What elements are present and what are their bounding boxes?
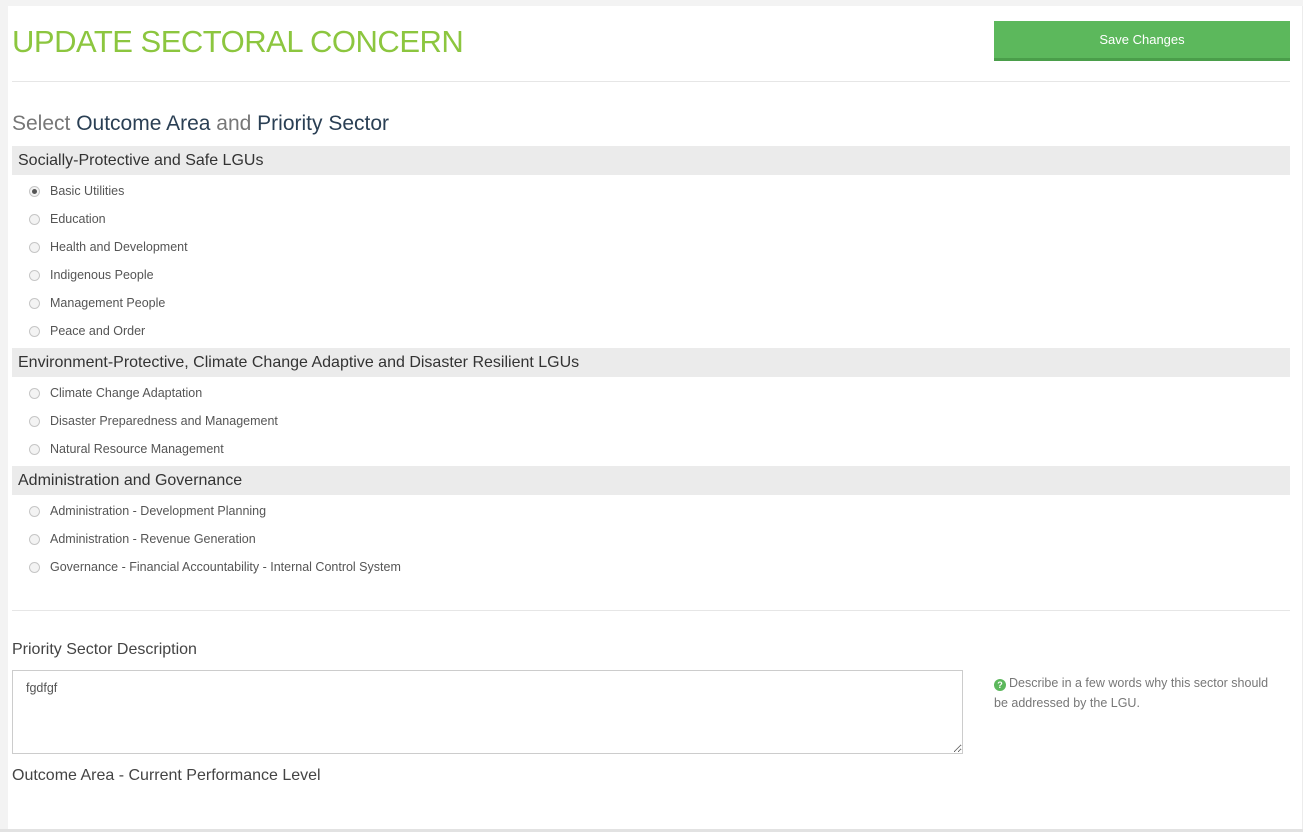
- priority-sector-option-label: Climate Change Adaptation: [50, 386, 203, 400]
- priority-sector-option[interactable]: Governance - Financial Accountability - …: [12, 553, 1290, 581]
- radio-button[interactable]: [29, 185, 40, 197]
- priority-sector-option[interactable]: Administration - Development Planning: [12, 497, 1290, 525]
- priority-sector-option[interactable]: Peace and Order: [12, 317, 1290, 345]
- radio-button[interactable]: [29, 415, 40, 427]
- priority-sector-description-textarea[interactable]: [12, 670, 963, 754]
- priority-sector-option-label: Administration - Revenue Generation: [50, 532, 256, 546]
- save-changes-button[interactable]: Save Changes: [994, 21, 1290, 61]
- section-heading-outcome-area: Outcome Area: [76, 112, 211, 135]
- radio-button[interactable]: [29, 269, 40, 281]
- section-divider: [12, 610, 1290, 611]
- priority-sector-option-label: Health and Development: [50, 240, 188, 254]
- priority-sector-option[interactable]: Education: [12, 205, 1290, 233]
- page: UPDATE SECTORAL CONCERN Save Changes Sel…: [0, 0, 1303, 832]
- priority-sector-options: Administration - Development Planning Adm…: [12, 495, 1290, 584]
- left-edge: [0, 0, 8, 832]
- outcome-area-header: Environment-Protective, Climate Change A…: [12, 348, 1290, 377]
- priority-sector-option-label: Natural Resource Management: [50, 442, 224, 456]
- page-title: UPDATE SECTORAL CONCERN: [12, 24, 464, 59]
- priority-sector-option-label: Basic Utilities: [50, 184, 125, 198]
- radio-button[interactable]: [29, 533, 40, 545]
- radio-button[interactable]: [29, 213, 40, 225]
- priority-sector-option-label: Education: [50, 212, 106, 226]
- priority-sector-option-label: Management People: [50, 296, 166, 310]
- radio-button[interactable]: [29, 241, 40, 253]
- sector-groups: Socially-Protective and Safe LGUs Basic U…: [12, 146, 1290, 584]
- priority-sector-options: Climate Change Adaptation Disaster Prepar…: [12, 377, 1290, 466]
- priority-sector-option-label: Disaster Preparedness and Management: [50, 414, 278, 428]
- priority-sector-option-label: Peace and Order: [50, 324, 146, 338]
- priority-sector-option-label: Governance - Financial Accountability - …: [50, 560, 401, 574]
- priority-sector-option-label: Indigenous People: [50, 268, 154, 282]
- priority-sector-option[interactable]: Basic Utilities: [12, 177, 1290, 205]
- section-heading-priority-sector: Priority Sector: [257, 112, 390, 135]
- question-circle-icon: ?: [994, 679, 1006, 691]
- outcome-area-header: Administration and Governance: [12, 466, 1290, 495]
- description-label: Priority Sector Description: [12, 641, 197, 658]
- priority-sector-option[interactable]: Indigenous People: [12, 261, 1290, 289]
- current-performance-label: Outcome Area - Current Performance Level: [12, 767, 321, 784]
- radio-button[interactable]: [29, 505, 40, 517]
- priority-sector-option[interactable]: Health and Development: [12, 233, 1290, 261]
- radio-button[interactable]: [29, 297, 40, 309]
- radio-button[interactable]: [29, 443, 40, 455]
- priority-sector-option-label: Administration - Development Planning: [50, 504, 267, 518]
- page-header: UPDATE SECTORAL CONCERN Save Changes: [12, 6, 1290, 82]
- description-help: ? Describe in a few words why this sector…: [994, 673, 1284, 713]
- description-help-text: Describe in a few words why this sector …: [994, 676, 1269, 710]
- priority-sector-option[interactable]: Natural Resource Management: [12, 435, 1290, 463]
- section-heading-prefix: Select: [12, 112, 77, 135]
- radio-button[interactable]: [29, 387, 40, 399]
- priority-sector-options: Basic Utilities Education Health and Devel…: [12, 175, 1290, 348]
- section-heading: Select Outcome Area and Priority Sector: [12, 112, 1290, 142]
- section-heading-and: and: [210, 112, 258, 135]
- priority-sector-option[interactable]: Climate Change Adaptation: [12, 379, 1290, 407]
- outcome-area-header: Socially-Protective and Safe LGUs: [12, 146, 1290, 175]
- priority-sector-option[interactable]: Disaster Preparedness and Management: [12, 407, 1290, 435]
- radio-button[interactable]: [29, 325, 40, 337]
- description-row: ?Describe in a few words why this sector…: [12, 670, 1290, 754]
- radio-button[interactable]: [29, 561, 40, 573]
- priority-sector-option[interactable]: Management People: [12, 289, 1290, 317]
- main-content: UPDATE SECTORAL CONCERN Save Changes Sel…: [12, 6, 1290, 787]
- priority-sector-option[interactable]: Administration - Revenue Generation: [12, 525, 1290, 553]
